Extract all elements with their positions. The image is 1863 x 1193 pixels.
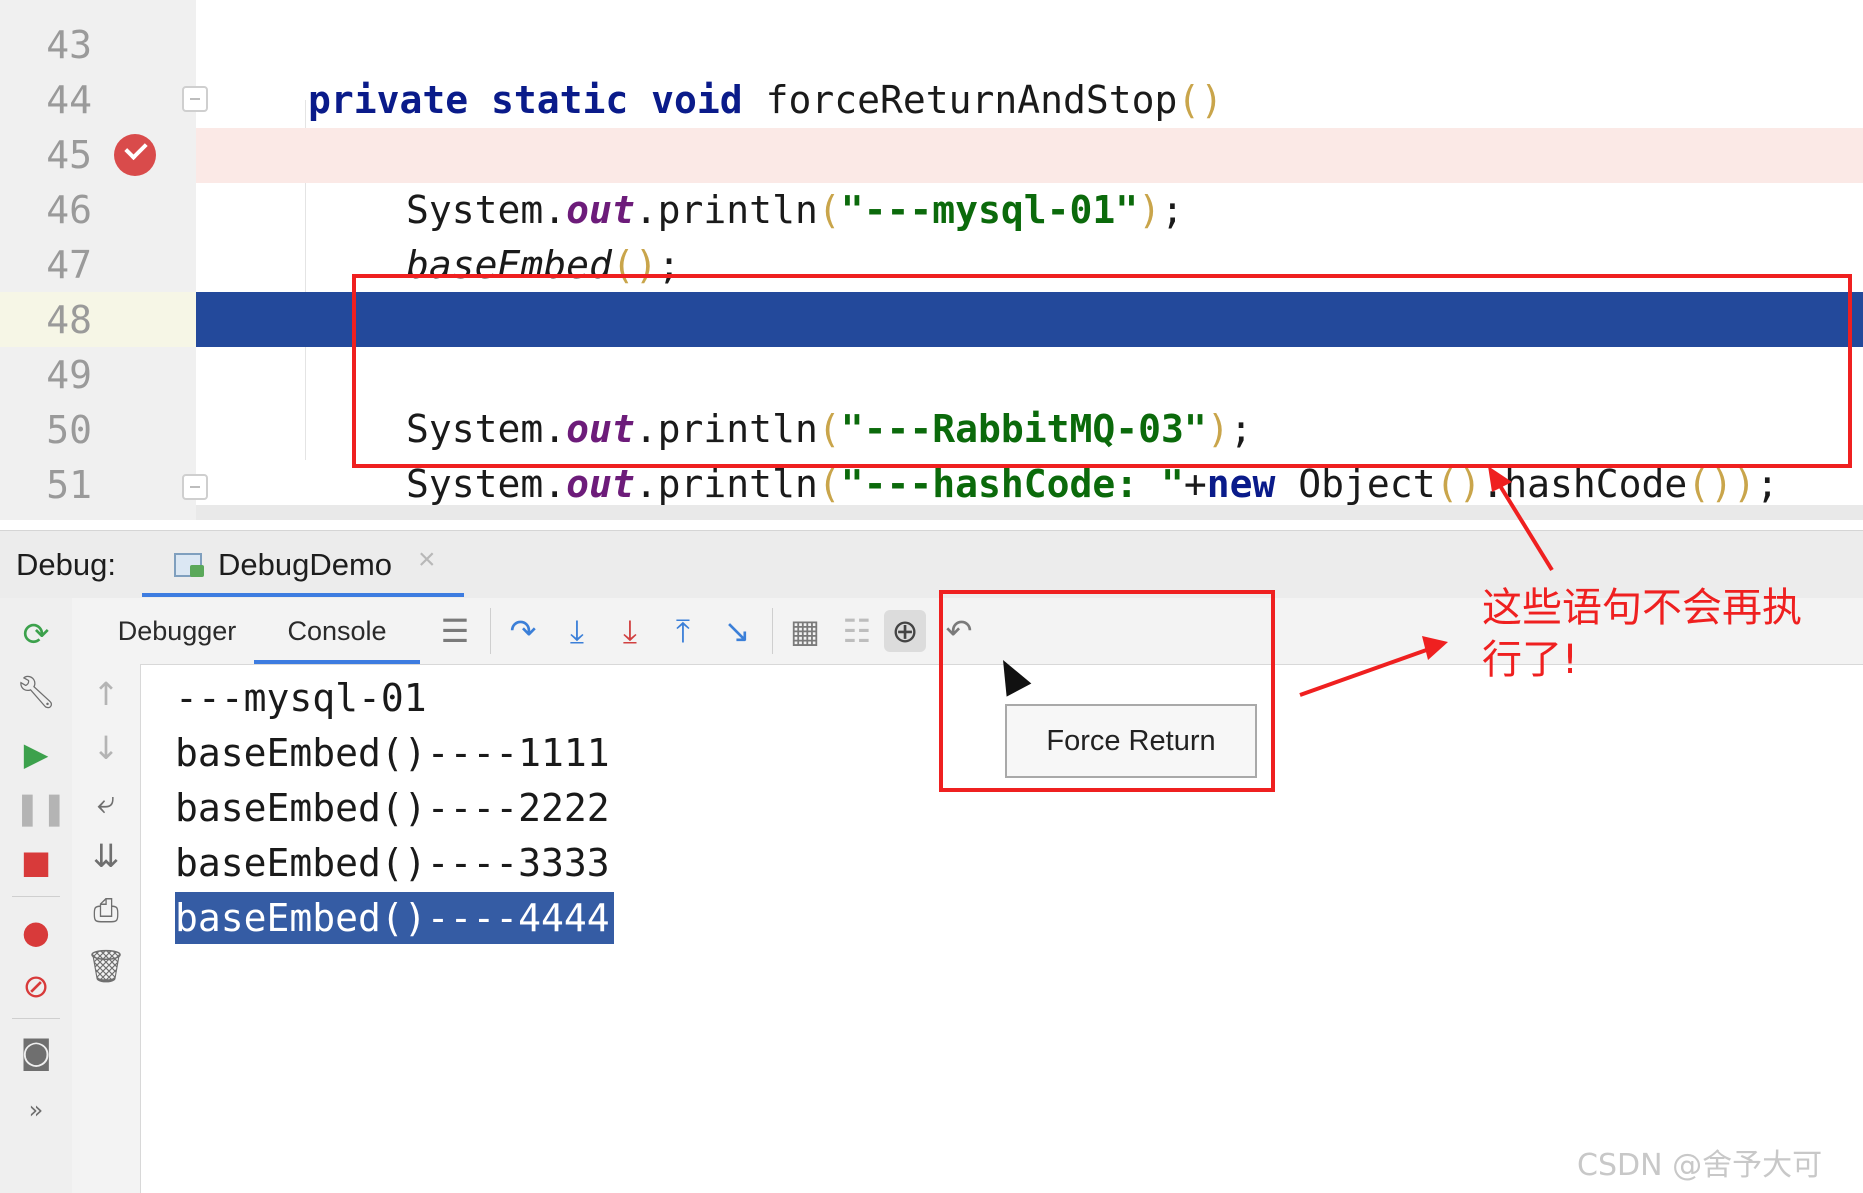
arrow-to-force-return [1299,646,1433,697]
arrow-head [1422,636,1448,660]
annotation-arrows [1299,466,1554,697]
arrow-to-code-box [1492,474,1554,572]
watermark: CSDN @舍予大可 [1577,1148,1823,1183]
